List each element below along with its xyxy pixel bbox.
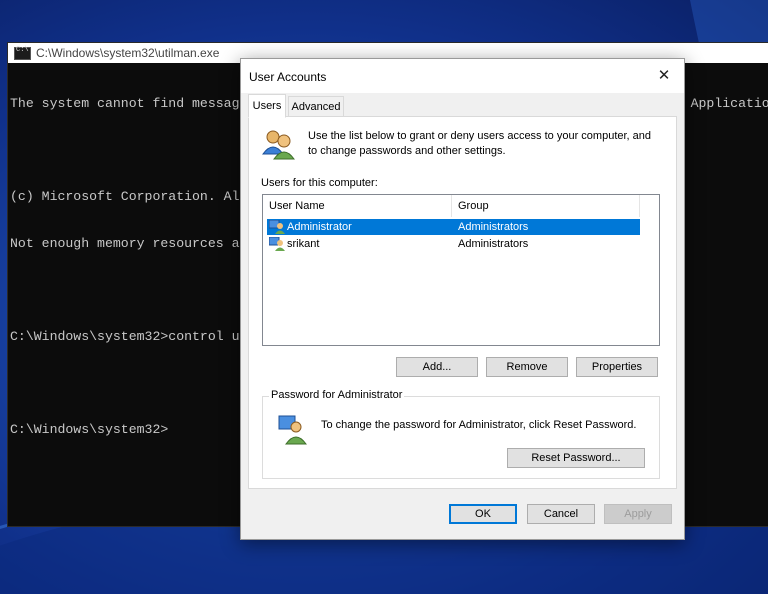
password-instructions: To change the password for Administrator…: [321, 419, 637, 431]
user-accounts-dialog: User Accounts ✕ Users Advanced Use the l…: [240, 58, 685, 540]
dialog-titlebar[interactable]: User Accounts ✕: [241, 59, 684, 93]
intro-text: Use the list below to grant or deny user…: [308, 130, 652, 157]
users-listview[interactable]: User Name Group Administrator Administra…: [262, 194, 660, 346]
console-app-icon: [14, 46, 31, 60]
cancel-button[interactable]: Cancel: [527, 504, 595, 524]
tab-advanced[interactable]: Advanced: [288, 96, 344, 118]
ok-button[interactable]: OK: [449, 504, 517, 524]
table-row[interactable]: Administrator Administrators: [267, 219, 640, 235]
password-groupbox: Password for Administrator To change the…: [262, 389, 660, 479]
add-button[interactable]: Add...: [396, 357, 478, 377]
password-group-title: Password for Administrator: [269, 389, 405, 401]
users-tab-panel: Use the list below to grant or deny user…: [248, 116, 677, 489]
console-title: C:\Windows\system32\utilman.exe: [36, 46, 220, 60]
group-cell: Administrators: [458, 238, 529, 250]
apply-button[interactable]: Apply: [604, 504, 672, 524]
properties-button[interactable]: Properties: [576, 357, 658, 377]
column-header-user-name[interactable]: User Name: [263, 195, 452, 217]
user-password-icon: [278, 415, 307, 445]
users-group-icon: [262, 130, 295, 160]
tab-users[interactable]: Users: [248, 94, 286, 118]
close-icon: ✕: [657, 67, 671, 84]
remove-button[interactable]: Remove: [486, 357, 568, 377]
user-name-cell: srikant: [287, 238, 320, 250]
close-button[interactable]: ✕: [644, 59, 684, 91]
listview-header: User Name Group: [263, 195, 659, 217]
user-icon: [269, 220, 285, 234]
column-header-group[interactable]: Group: [452, 195, 640, 217]
users-list-label: Users for this computer:: [261, 177, 378, 189]
user-icon: [269, 237, 285, 251]
user-name-cell: Administrator: [287, 221, 352, 233]
reset-password-button[interactable]: Reset Password...: [507, 448, 645, 468]
dialog-title: User Accounts: [249, 70, 327, 84]
table-row[interactable]: srikant Administrators: [267, 236, 640, 252]
group-cell: Administrators: [458, 221, 529, 233]
